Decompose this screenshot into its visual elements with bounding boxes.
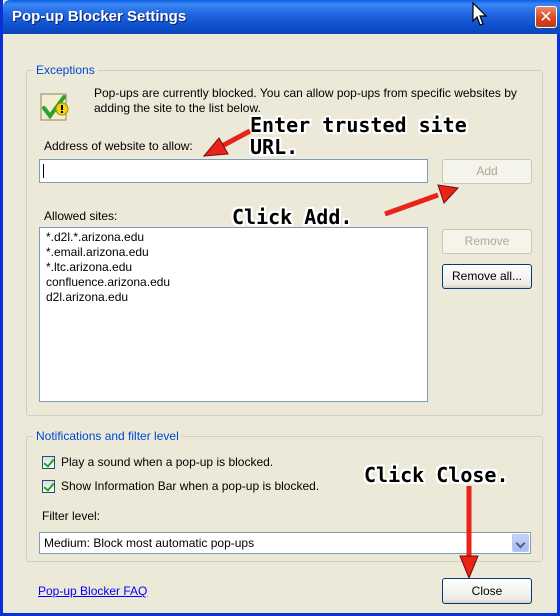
allowed-sites-list[interactable]: *.d2l.*.arizona.edu *.email.arizona.edu … <box>39 227 428 402</box>
chevron-down-icon[interactable] <box>512 534 529 552</box>
remove-button[interactable]: Remove <box>442 229 532 254</box>
close-button[interactable]: Close <box>442 578 532 604</box>
close-icon: ✕ <box>539 7 553 26</box>
play-sound-checkbox[interactable] <box>42 456 55 469</box>
popup-blocker-faq-link[interactable]: Pop-up Blocker FAQ <box>38 584 147 598</box>
notifications-legend: Notifications and filter level <box>33 429 182 443</box>
exceptions-legend: Exceptions <box>33 63 98 77</box>
allowed-sites-label: Allowed sites: <box>44 209 118 223</box>
show-info-bar-label[interactable]: Show Information Bar when a pop-up is bl… <box>61 479 319 493</box>
list-item[interactable]: confluence.arizona.edu <box>46 275 421 290</box>
filter-level-select[interactable]: Medium: Block most automatic pop-ups <box>39 532 531 554</box>
mouse-pointer-icon <box>472 2 488 26</box>
shield-check-icon <box>40 93 69 121</box>
address-label: Address of website to allow: <box>44 139 193 153</box>
window-close-button[interactable]: ✕ <box>535 6 557 28</box>
annotation-click-add: Click Add. <box>232 205 353 229</box>
annotation-enter-url: Enter trusted site URL. <box>250 113 467 159</box>
text-caret <box>43 164 44 178</box>
show-info-bar-checkbox[interactable] <box>42 480 55 493</box>
annotation-click-close: Click Close. <box>364 463 509 487</box>
list-item[interactable]: *.ltc.arizona.edu <box>46 260 421 275</box>
filter-level-value: Medium: Block most automatic pop-ups <box>44 536 255 550</box>
play-sound-label[interactable]: Play a sound when a pop-up is blocked. <box>61 455 273 469</box>
add-button[interactable]: Add <box>442 159 532 184</box>
address-input[interactable] <box>39 159 428 183</box>
remove-all-button[interactable]: Remove all... <box>442 264 532 289</box>
window-title: Pop-up Blocker Settings <box>12 8 187 25</box>
exceptions-info-text: Pop-ups are currently blocked. You can a… <box>94 86 517 115</box>
list-item[interactable]: d2l.arizona.edu <box>46 290 421 305</box>
list-item[interactable]: *.d2l.*.arizona.edu <box>46 230 421 245</box>
list-item[interactable]: *.email.arizona.edu <box>46 245 421 260</box>
filter-level-label: Filter level: <box>42 509 101 523</box>
